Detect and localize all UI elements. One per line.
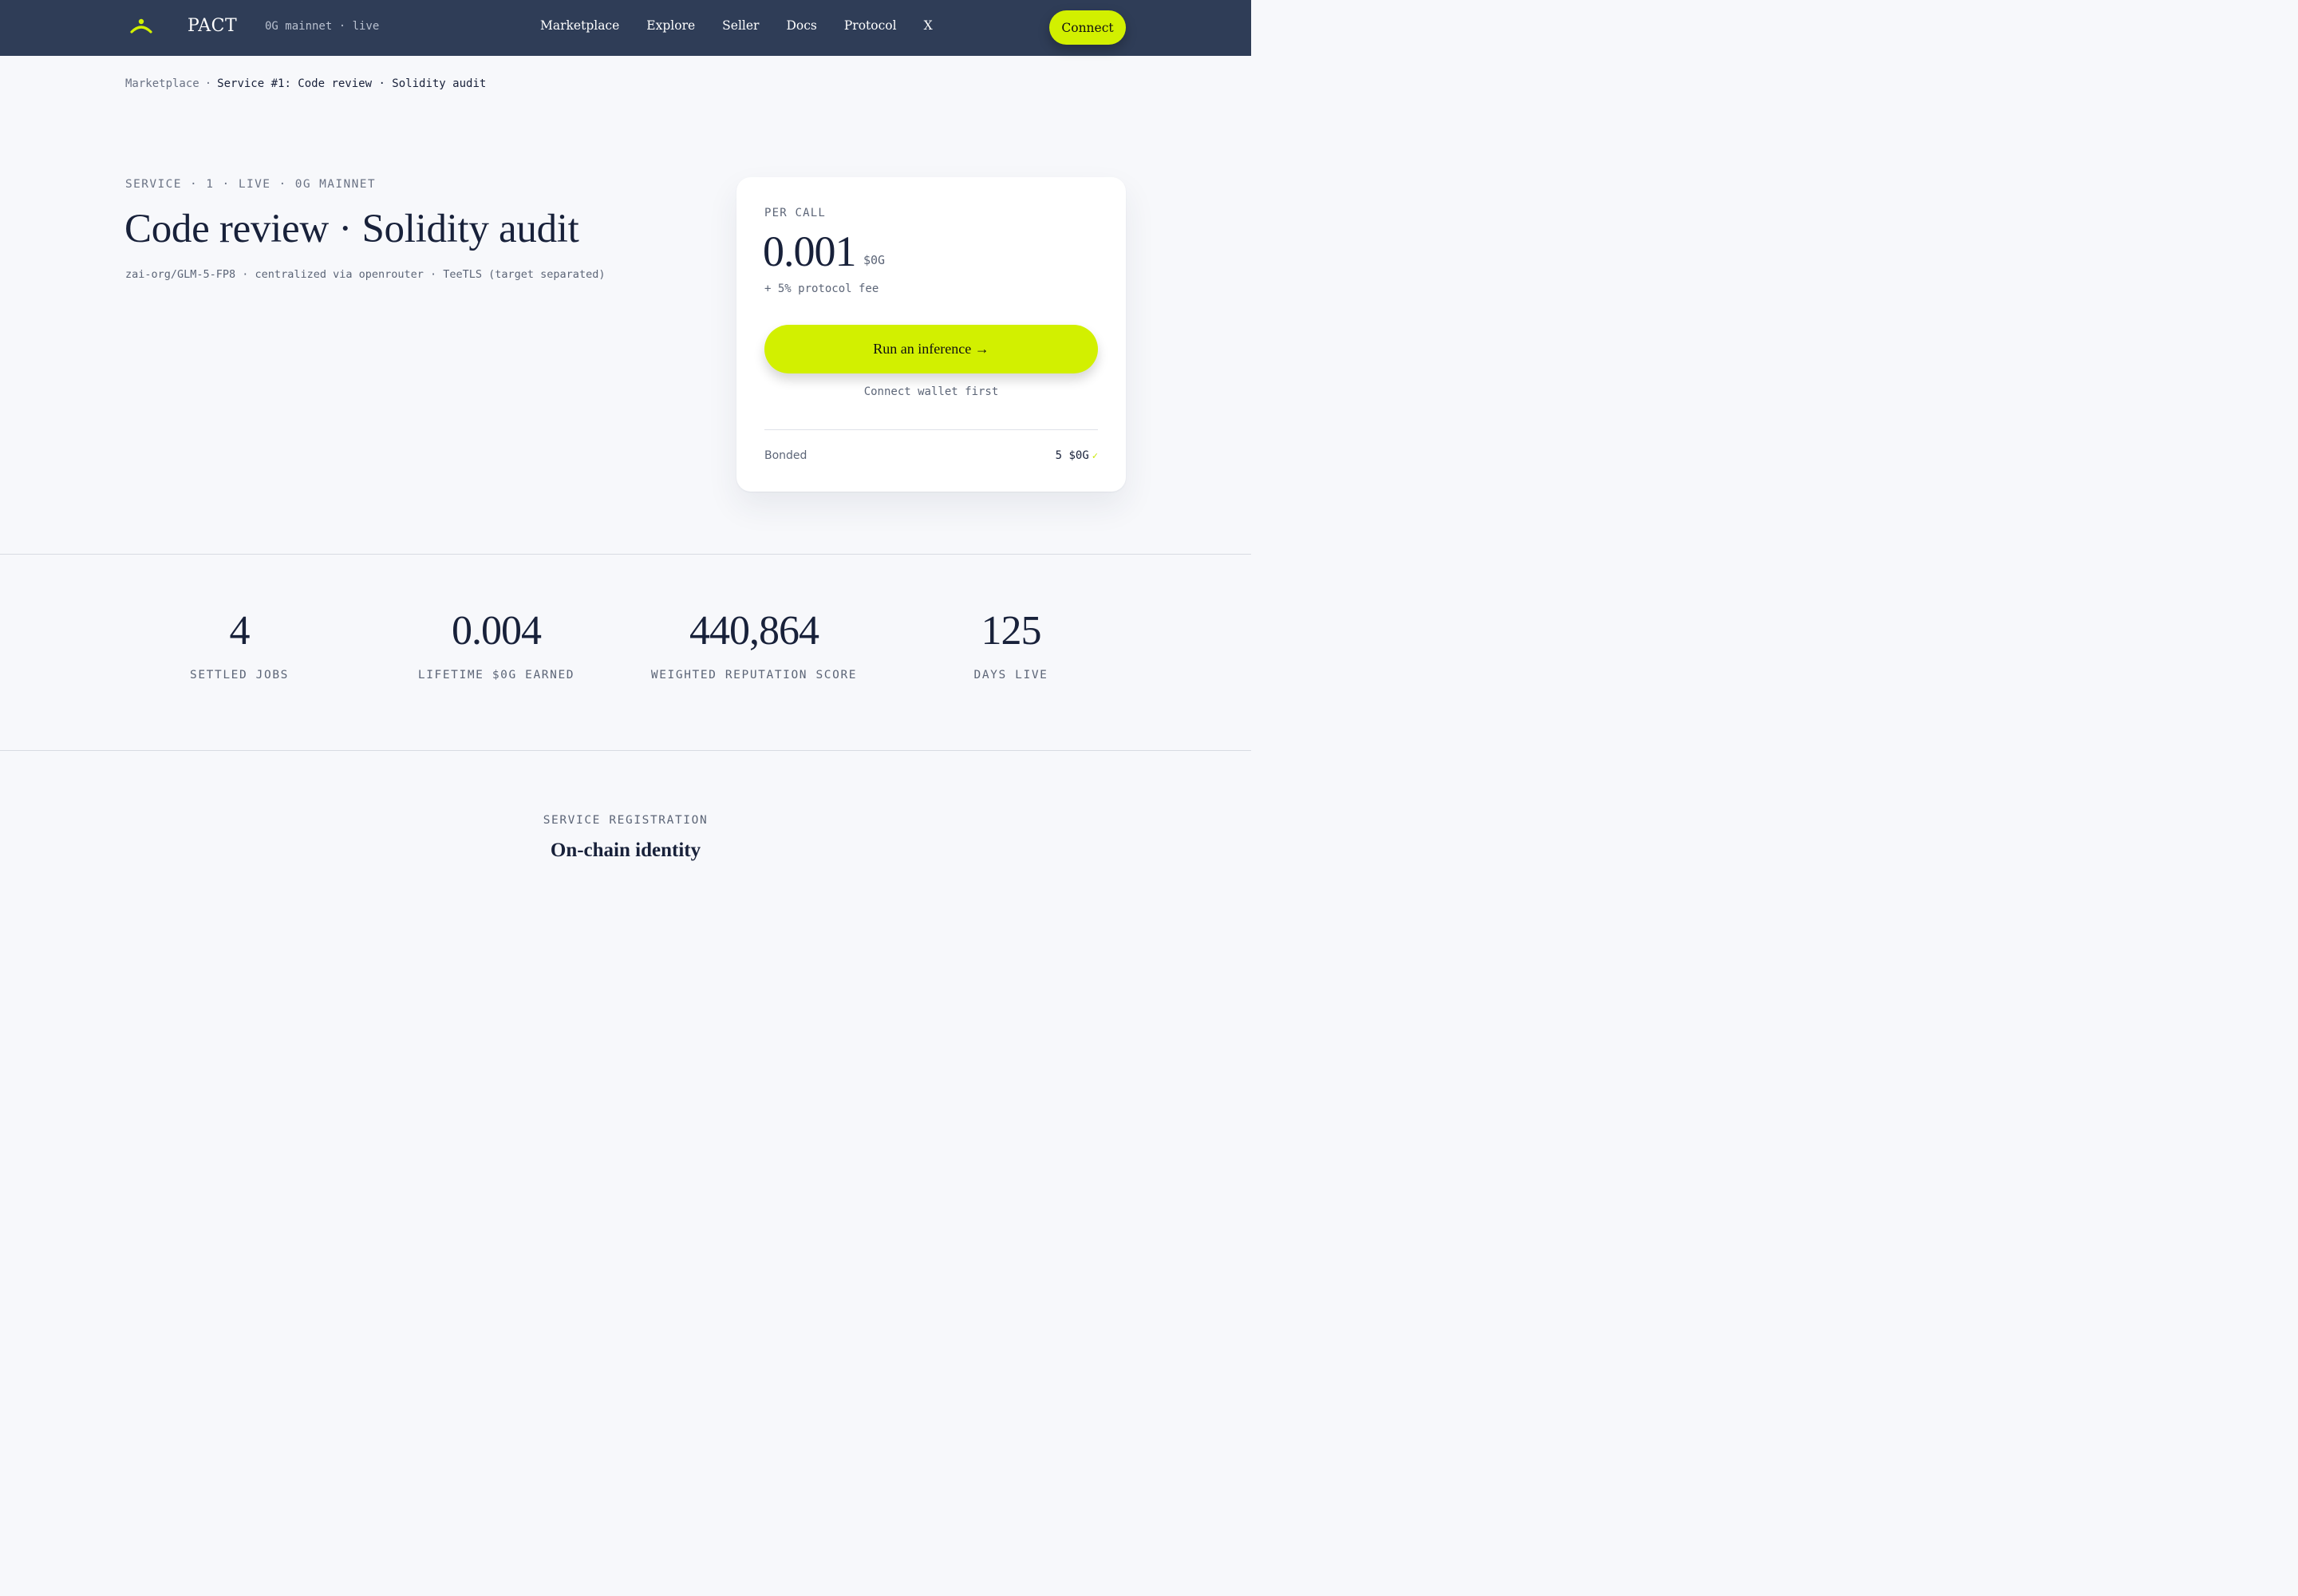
stat-settled-jobs: 4 SETTLED JOBS	[112, 608, 367, 682]
bonded-label: Bonded	[764, 449, 807, 462]
stat-label: DAYS LIVE	[973, 669, 1048, 681]
model-info: zai-org/GLM-5-FP8 · centralized via open…	[125, 268, 606, 281]
check-icon: ✓	[1092, 450, 1098, 461]
nav-explore[interactable]: Explore	[646, 18, 695, 33]
breadcrumb-current: Service #1: Code review · Solidity audit	[217, 77, 487, 90]
nav-protocol[interactable]: Protocol	[844, 18, 897, 33]
main-nav: Marketplace Explore Seller Docs Protocol…	[540, 18, 960, 33]
nav-docs[interactable]: Docs	[786, 18, 816, 33]
network-status: 0G mainnet · live	[265, 20, 380, 33]
registration-kicker: SERVICE REGISTRATION	[543, 814, 709, 827]
per-call-label: PER CALL	[764, 207, 827, 219]
stat-label: WEIGHTED REPUTATION SCORE	[650, 669, 858, 681]
page-title: Code review · Solidity audit	[124, 207, 579, 251]
stat-lifetime-earned: 0.004 LIFETIME $0G EARNED	[369, 608, 624, 682]
stat-value: 440,864	[689, 608, 819, 654]
stat-days-live: 125 DAYS LIVE	[883, 608, 1139, 682]
nav-marketplace[interactable]: Marketplace	[540, 18, 619, 33]
price-value: 0.001	[763, 227, 856, 275]
run-inference-button[interactable]: Run an inference →	[764, 325, 1098, 373]
bonded-amount: 5 $0G ✓	[1056, 449, 1098, 462]
pact-logo-icon[interactable]	[128, 16, 155, 38]
stat-label: LIFETIME $0G EARNED	[417, 669, 575, 681]
breadcrumb-marketplace-link[interactable]: Marketplace	[125, 77, 199, 90]
protocol-fee-note: + 5% protocol fee	[764, 282, 879, 295]
breadcrumb-separator: ·	[204, 77, 212, 90]
top-navbar: PACT 0G mainnet · live Marketplace Explo…	[0, 0, 1251, 56]
registration-title: On-chain identity	[550, 839, 701, 861]
price-unit: $0G	[863, 253, 886, 267]
card-divider	[764, 429, 1098, 430]
stat-reputation-score: 440,864 WEIGHTED REPUTATION SCORE	[626, 608, 882, 682]
stat-value: 4	[229, 608, 251, 654]
stats-section: 4 SETTLED JOBS 0.004 LIFETIME $0G EARNED…	[0, 554, 1251, 751]
nav-seller[interactable]: Seller	[722, 18, 759, 33]
nav-x[interactable]: X	[924, 18, 933, 33]
stat-label: SETTLED JOBS	[190, 669, 289, 681]
service-kicker: SERVICE · 1 · LIVE · 0G MAINNET	[125, 178, 377, 191]
connect-button[interactable]: Connect	[1049, 10, 1126, 45]
bonded-value: 5 $0G	[1055, 449, 1089, 462]
stat-value: 0.004	[452, 608, 542, 654]
breadcrumb: Marketplace · Service #1: Code review · So…	[125, 77, 486, 90]
brand-name[interactable]: PACT	[188, 16, 237, 36]
connect-wallet-hint: Connect wallet first	[863, 385, 999, 398]
pricing-card: PER CALL 0.001 $0G + 5% protocol fee Run…	[736, 177, 1126, 492]
stat-value: 125	[981, 608, 1042, 654]
